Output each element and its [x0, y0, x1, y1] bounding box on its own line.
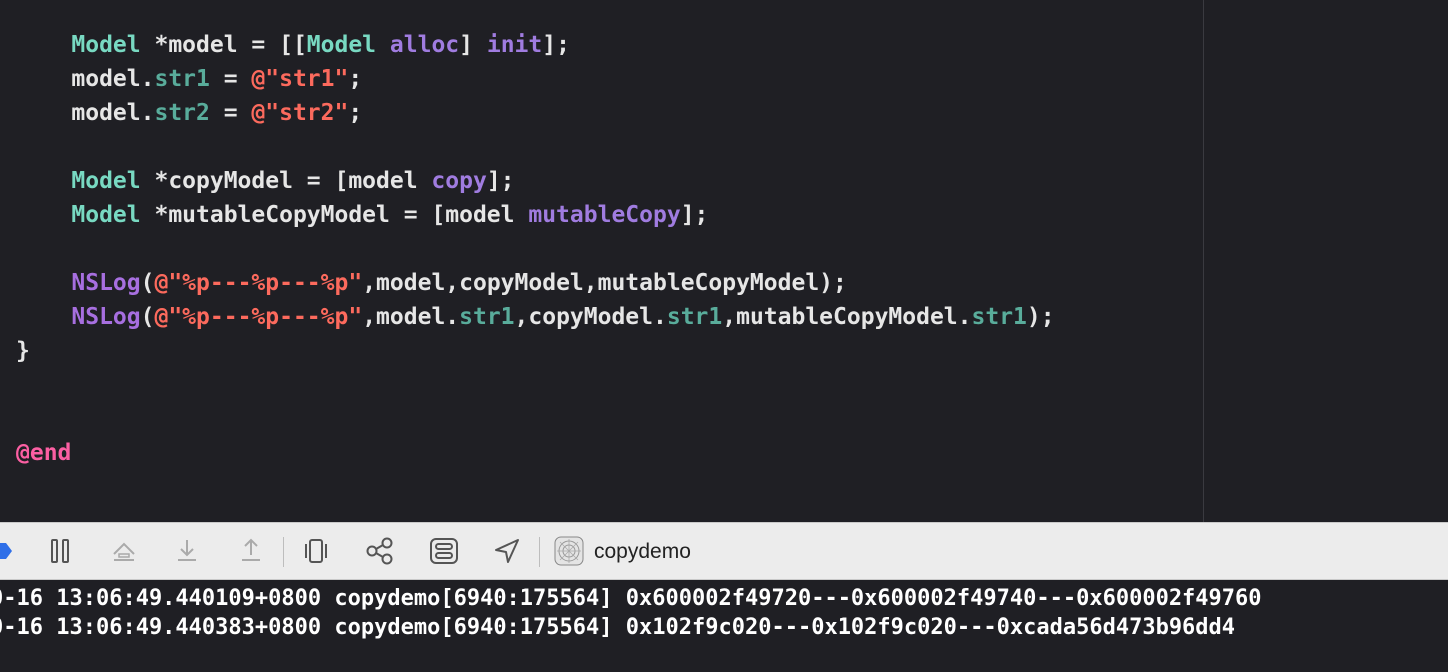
- code-token: ,copyModel.: [514, 304, 667, 330]
- code-token: model.: [16, 100, 155, 126]
- code-token: @"str2": [251, 100, 349, 126]
- code-token: *mutableCopyModel = [model: [140, 202, 529, 228]
- code-token: ];: [542, 32, 570, 58]
- code-token: ];: [680, 202, 709, 228]
- step-into-icon[interactable]: [171, 535, 203, 567]
- code-token: str2: [154, 100, 210, 126]
- code-line[interactable]: }: [16, 334, 30, 368]
- debug-bar: copydemo: [0, 522, 1448, 580]
- environment-overrides-icon[interactable]: [428, 535, 460, 567]
- step-out-icon[interactable]: [235, 535, 267, 567]
- console-output[interactable]: 0-16 13:06:49.440109+0800 copydemo[6940:…: [0, 580, 1448, 672]
- code-token: Model: [16, 168, 141, 194]
- code-token: init: [486, 32, 543, 58]
- code-line[interactable]: model.str1 = @"str1";: [16, 62, 362, 96]
- app-target-icon[interactable]: [553, 535, 585, 567]
- simulate-location-icon[interactable]: [491, 535, 523, 567]
- code-token: Model: [16, 32, 141, 58]
- code-line[interactable]: Model *mutableCopyModel = [model mutable…: [16, 198, 708, 232]
- code-token: );: [1026, 304, 1055, 330]
- code-token: }: [16, 338, 30, 364]
- toolbar-divider: [283, 537, 284, 567]
- console-log-line: 0-16 13:06:49.440383+0800 copydemo[6940:…: [0, 615, 1236, 640]
- code-line[interactable]: Model *copyModel = [model copy];: [16, 164, 515, 198]
- breakpoints-toggle-icon[interactable]: [0, 535, 18, 567]
- code-token: ,mutableCopyModel.: [722, 304, 972, 330]
- target-name-label[interactable]: copydemo: [594, 539, 691, 565]
- code-token: ;: [348, 100, 363, 126]
- code-token: str1: [971, 304, 1027, 330]
- code-token: NSLog: [16, 304, 141, 330]
- code-token: str1: [666, 304, 723, 330]
- code-token: mutableCopy: [528, 202, 681, 228]
- code-token: copy: [431, 168, 487, 194]
- code-line[interactable]: model.str2 = @"str2";: [16, 96, 362, 130]
- code-token: *model = [[: [140, 32, 307, 58]
- code-token: @"%p---%p---%p": [154, 304, 363, 330]
- code-token: ];: [486, 168, 515, 194]
- code-token: ,model.: [362, 304, 460, 330]
- console-log-line: 0-16 13:06:49.440109+0800 copydemo[6940:…: [0, 586, 1262, 611]
- code-token: (: [140, 304, 155, 330]
- code-token: (: [140, 270, 155, 296]
- code-token: *copyModel = [model: [140, 168, 432, 194]
- view-hierarchy-icon[interactable]: [300, 535, 332, 567]
- code-token: NSLog: [16, 270, 141, 296]
- code-token: @end: [16, 440, 72, 466]
- code-token: ,model,copyModel,mutableCopyModel);: [362, 270, 847, 296]
- code-token: ]: [459, 32, 487, 58]
- code-token: Model: [306, 32, 377, 58]
- minimap: [1203, 0, 1448, 522]
- toolbar-divider: [539, 537, 540, 567]
- step-over-icon[interactable]: [108, 535, 140, 567]
- memory-graph-icon[interactable]: [364, 535, 396, 567]
- code-token: =: [209, 100, 252, 126]
- code-line[interactable]: NSLog(@"%p---%p---%p",model,copyModel,mu…: [16, 266, 847, 300]
- code-token: str1: [459, 304, 515, 330]
- code-token: @"str1": [251, 66, 349, 92]
- pause-icon[interactable]: [44, 535, 76, 567]
- code-token: =: [209, 66, 252, 92]
- code-token: Model: [16, 202, 141, 228]
- code-token: alloc: [389, 32, 460, 58]
- code-token: ;: [348, 66, 363, 92]
- code-line[interactable]: Model *model = [[Model alloc] init];: [16, 28, 570, 62]
- code-line[interactable]: @end: [16, 436, 71, 470]
- code-token: str1: [154, 66, 210, 92]
- code-token: @"%p---%p---%p": [154, 270, 363, 296]
- code-line[interactable]: NSLog(@"%p---%p---%p",model.str1,copyMod…: [16, 300, 1055, 334]
- code-token: model.: [16, 66, 155, 92]
- code-editor[interactable]: Model *model = [[Model alloc] init]; mod…: [0, 0, 1203, 522]
